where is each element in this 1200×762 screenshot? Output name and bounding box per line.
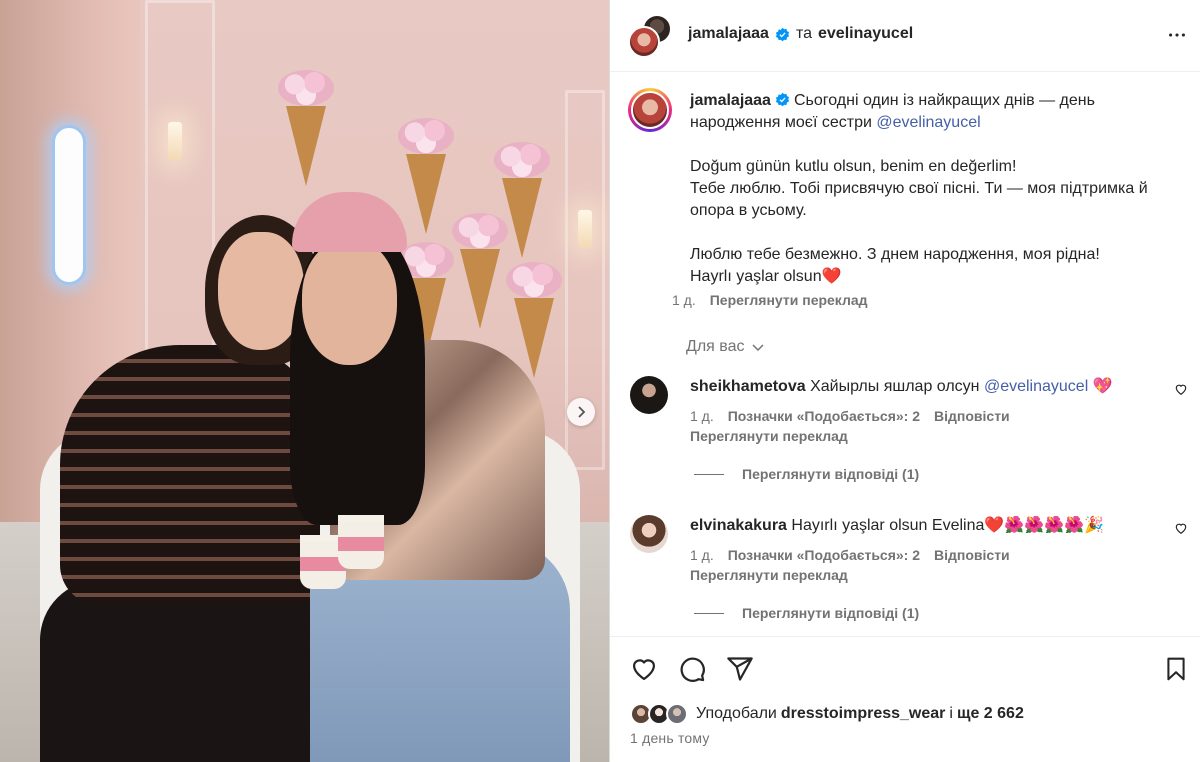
chevron-down-icon xyxy=(751,344,764,352)
caption-heart-emoji: ❤️ xyxy=(821,268,842,285)
share-button[interactable] xyxy=(726,655,754,683)
caption-meta: 1 д. Переглянути переклад xyxy=(672,292,868,308)
comments-section[interactable]: jamalajaaa Сьогодні один із найкращих дні… xyxy=(610,72,1200,636)
photo-lamp xyxy=(578,210,592,248)
post-actions: Уподобали dresstoimpress_wear і ще 2 662… xyxy=(610,636,1200,762)
photo-person-left-sweater xyxy=(60,345,320,605)
photo-flower-cone xyxy=(452,213,508,329)
liked-by-user-link[interactable]: dresstoimpress_wear xyxy=(781,705,946,723)
comment-emoji: ❤️🌺🌺🌺🌺🎉 xyxy=(984,517,1104,534)
next-photo-icon xyxy=(578,406,586,418)
photo-flower-cone xyxy=(506,262,562,378)
heart-icon xyxy=(1175,523,1187,534)
authors-connector: та xyxy=(795,25,812,42)
view-replies-label: Переглянути відповіді (1) xyxy=(742,605,920,621)
liked-by-avatars[interactable] xyxy=(630,703,692,725)
photo-ice-cream-cup xyxy=(338,515,384,569)
replies-divider xyxy=(694,473,724,475)
next-photo-button[interactable] xyxy=(567,398,595,426)
liked-by-and: і xyxy=(949,705,953,722)
comment-username[interactable]: sheikhametova xyxy=(690,378,806,395)
action-icons xyxy=(630,655,754,683)
more-options-button[interactable] xyxy=(1166,24,1188,50)
comment-like-button[interactable] xyxy=(1174,521,1188,539)
comment-meta: 1 д. Позначки «Подобається»: 2 Відповіст… xyxy=(690,547,1010,563)
comment-sort-dropdown[interactable]: Для вас xyxy=(686,338,765,356)
comment-reply-button[interactable]: Відповісти xyxy=(934,408,1010,424)
more-options-icon xyxy=(1169,33,1185,37)
caption-time[interactable]: 1 д. xyxy=(672,292,696,308)
comment-avatar[interactable] xyxy=(630,515,668,553)
comment-translate-link[interactable]: Переглянути переклад xyxy=(690,428,848,444)
comment-body: Hayırlı yaşlar olsun Evelina xyxy=(791,517,985,534)
comment-likes-count[interactable]: Позначки «Подобається»: 2 xyxy=(728,408,920,424)
comment-meta: 1 д. Позначки «Подобається»: 2 Відповіст… xyxy=(690,408,1010,424)
header-authors: jamalajaaa та evelinayucel xyxy=(688,25,913,43)
heart-icon xyxy=(632,659,656,681)
comment-time[interactable]: 1 д. xyxy=(690,547,714,563)
comment-reply-button[interactable]: Відповісти xyxy=(934,547,1010,563)
comment-avatar[interactable] xyxy=(630,376,668,414)
coauthor-username[interactable]: evelinayucel xyxy=(818,25,913,43)
verified-badge-icon xyxy=(775,92,790,107)
comment-like-button[interactable] xyxy=(1174,382,1188,400)
share-icon xyxy=(727,657,753,681)
comment-sort-label: Для вас xyxy=(686,338,745,355)
comment-mention-link[interactable]: @evelinayucel xyxy=(984,378,1088,395)
photo-lamp xyxy=(168,122,182,160)
photo-flower-cone xyxy=(398,118,454,234)
comment-time[interactable]: 1 д. xyxy=(690,408,714,424)
photo-flower-cone xyxy=(278,70,334,186)
comment-button[interactable] xyxy=(678,655,706,683)
author-username[interactable]: jamalajaaa xyxy=(688,25,769,43)
comment-text: sheikhametova Хайырлы яшлар олсун @eveli… xyxy=(690,376,1160,398)
liker-avatar xyxy=(666,703,688,725)
caption-mention-link[interactable]: @evelinayucel xyxy=(876,114,980,131)
photo-neon-sign xyxy=(52,125,86,285)
comment-text: elvinakakura Hayırlı yaşlar olsun Evelin… xyxy=(690,515,1160,537)
post-photo[interactable] xyxy=(0,0,609,762)
author-avatar[interactable] xyxy=(628,26,660,58)
header-avatars[interactable] xyxy=(628,14,672,58)
liked-by-count-link[interactable]: ще 2 662 xyxy=(957,705,1024,723)
save-button[interactable] xyxy=(1163,655,1189,687)
caption-translate-link[interactable]: Переглянути переклад xyxy=(710,292,868,308)
like-button[interactable] xyxy=(630,655,658,683)
comment-emoji: 💖 xyxy=(1092,378,1113,395)
caption-avatar[interactable] xyxy=(628,88,672,132)
comment-translate-link[interactable]: Переглянути переклад xyxy=(690,567,848,583)
photo-person-left-legs xyxy=(40,580,320,762)
post-date[interactable]: 1 день тому xyxy=(630,730,710,746)
liked-by-prefix: Уподобали xyxy=(696,705,777,722)
photo-person-right-face xyxy=(302,240,397,365)
comment-icon xyxy=(680,657,705,682)
bookmark-icon xyxy=(1167,657,1185,681)
caption-body-2: Doğum günün kutlu olsun, benim en değerl… xyxy=(690,158,1148,285)
comment-body: Хайырлы яшлар олсун xyxy=(810,378,984,395)
verified-badge-icon xyxy=(775,27,790,42)
post-details-panel: jamalajaaa та evelinayucel jamalajaaa Сьо… xyxy=(609,0,1200,762)
view-replies-button[interactable]: Переглянути відповіді (1) xyxy=(694,466,919,482)
post-header: jamalajaaa та evelinayucel xyxy=(610,0,1200,72)
comment-likes-count[interactable]: Позначки «Подобається»: 2 xyxy=(728,547,920,563)
caption-text: jamalajaaa Сьогодні один із найкращих дні… xyxy=(690,90,1180,288)
heart-icon xyxy=(1175,384,1187,395)
view-replies-button[interactable]: Переглянути відповіді (1) xyxy=(694,605,919,621)
view-replies-label: Переглянути відповіді (1) xyxy=(742,466,920,482)
liked-by-row: Уподобали dresstoimpress_wear і ще 2 662 xyxy=(630,703,1028,725)
comment-username[interactable]: elvinakakura xyxy=(690,517,787,534)
replies-divider xyxy=(694,612,724,614)
photo-pink-cap xyxy=(292,192,407,252)
caption-username[interactable]: jamalajaaa xyxy=(690,92,771,109)
